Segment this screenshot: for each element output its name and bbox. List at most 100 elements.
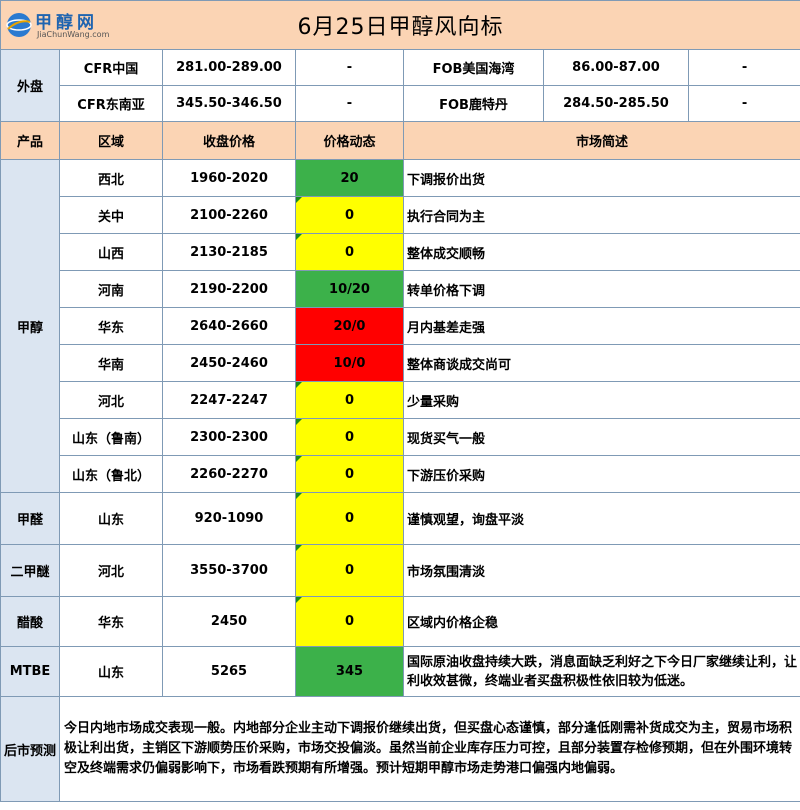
price-cell: 2260-2270 [162, 455, 296, 493]
report-table: 甲醇网 JiaChunWang.com 6月25日甲醇风向标 外盘 CFR中国 … [0, 0, 800, 802]
product-methanol: 甲醇 [0, 159, 60, 493]
change-cell: 10/0 [295, 344, 404, 382]
logo-url: JiaChunWang.com [37, 30, 110, 39]
region-cell: 山东 [59, 492, 163, 545]
table-row: 山东（鲁南） 2300-2300 0 现货买气一般 [1, 418, 800, 456]
table-row: MTBE 山东 5265 345 国际原油收盘持续大跌，消息面缺乏利好之下今日厂… [0, 646, 800, 697]
foreign-left-price: 345.50-346.50 [162, 85, 296, 122]
foreign-right-price: 284.50-285.50 [543, 85, 689, 122]
foreign-row: 外盘 CFR中国 281.00-289.00 - FOB美国海湾 86.00-8… [0, 49, 800, 122]
table-row: 河北 2247-2247 0 少量采购 [1, 381, 800, 419]
summary-cell: 整体商谈成交尚可 [402, 344, 800, 382]
title-row: 甲醇网 JiaChunWang.com 6月25日甲醇风向标 [0, 0, 800, 50]
header-product: 产品 [0, 121, 60, 160]
summary-cell: 少量采购 [402, 381, 800, 419]
change-cell: 0 [295, 418, 404, 456]
region-cell: 山东（鲁南） [59, 418, 163, 456]
region-cell: 河南 [59, 270, 163, 308]
price-cell: 2130-2185 [162, 233, 296, 271]
change-cell: 0 [295, 544, 404, 597]
summary-cell: 转单价格下调 [402, 270, 800, 308]
product-cell: 醋酸 [0, 596, 60, 647]
change-cell: 0 [295, 596, 404, 647]
change-cell: 10/20 [295, 270, 404, 308]
logo: 甲醇网 JiaChunWang.com [5, 5, 123, 45]
page-title: 6月25日甲醇风向标 [297, 15, 504, 40]
foreign-right-name: FOB鹿特丹 [403, 85, 544, 122]
header-price: 收盘价格 [162, 121, 296, 160]
price-cell: 1960-2020 [162, 159, 296, 197]
region-cell: 西北 [59, 159, 163, 197]
table-row: 甲醇 西北 1960-2020 20 下调报价出货 [0, 159, 800, 493]
table-row: 二甲醚 河北 3550-3700 0 市场氛围清淡 [0, 544, 800, 597]
table-row: 河南 2190-2200 10/20 转单价格下调 [1, 270, 800, 308]
foreign-right-price: 86.00-87.00 [543, 49, 689, 86]
price-cell: 5265 [162, 646, 296, 697]
summary-cell: 现货买气一般 [402, 418, 800, 456]
change-cell: 20 [295, 159, 404, 197]
change-cell: 0 [295, 233, 404, 271]
foreign-left-change: - [295, 49, 404, 86]
foreign-left-price: 281.00-289.00 [162, 49, 296, 86]
title-cell: 甲醇网 JiaChunWang.com 6月25日甲醇风向标 [0, 0, 800, 50]
header-region: 区域 [59, 121, 163, 160]
summary-cell: 整体成交顺畅 [402, 233, 800, 271]
region-cell: 山东 [59, 646, 163, 697]
foreign-left-change: - [295, 85, 404, 122]
change-cell: 0 [295, 455, 404, 493]
summary-cell: 下游压价采购 [402, 455, 800, 493]
region-cell: 华东 [59, 596, 163, 647]
region-cell: 华东 [59, 307, 163, 345]
summary-cell: 国际原油收盘持续大跌，消息面缺乏利好之下今日厂家继续让利，让利收效甚微，终端业者… [402, 646, 800, 697]
region-cell: 山东（鲁北） [59, 455, 163, 493]
table-row: 华东 2640-2660 20/0 月内基差走强 [1, 307, 800, 345]
forecast-label: 后市预测 [0, 696, 60, 802]
region-cell: 河北 [59, 544, 163, 597]
product-cell: 二甲醚 [0, 544, 60, 597]
region-cell: 河北 [59, 381, 163, 419]
price-cell: 2640-2660 [162, 307, 296, 345]
price-cell: 2450 [162, 596, 296, 647]
forecast-row: 后市预测 今日内地市场成交表现一般。内地部分企业主动下调报价继续出货，但买盘心态… [0, 696, 800, 802]
foreign-left-name: CFR中国 [59, 49, 163, 86]
summary-cell: 下调报价出货 [402, 159, 800, 197]
change-cell: 0 [295, 492, 404, 545]
product-cell: MTBE [0, 646, 60, 697]
change-cell: 345 [295, 646, 404, 697]
foreign-right-name: FOB美国海湾 [403, 49, 544, 86]
header-change: 价格动态 [295, 121, 404, 160]
region-cell: 华南 [59, 344, 163, 382]
foreign-right-change: - [687, 85, 800, 122]
change-cell: 20/0 [295, 307, 404, 345]
summary-cell: 执行合同为主 [402, 196, 800, 234]
table-row: 醋酸 华东 2450 0 区域内价格企稳 [0, 596, 800, 647]
foreign-row: CFR东南亚 345.50-346.50 - FOB鹿特丹 284.50-285… [1, 85, 800, 122]
price-cell: 2300-2300 [162, 418, 296, 456]
foreign-right-change: - [687, 49, 800, 86]
table-row: 甲醛 山东 920-1090 0 谨慎观望，询盘平淡 [0, 492, 800, 545]
price-cell: 2100-2260 [162, 196, 296, 234]
header-summary: 市场简述 [402, 121, 800, 160]
foreign-left-name: CFR东南亚 [59, 85, 163, 122]
region-cell: 山西 [59, 233, 163, 271]
change-cell: 0 [295, 381, 404, 419]
region-cell: 关中 [59, 196, 163, 234]
table-row: 山东（鲁北） 2260-2270 0 下游压价采购 [1, 455, 800, 493]
header-row: 产品 区域 收盘价格 价格动态 市场简述 [0, 121, 800, 160]
price-cell: 2247-2247 [162, 381, 296, 419]
price-cell: 920-1090 [162, 492, 296, 545]
table-row: 华南 2450-2460 10/0 整体商谈成交尚可 [1, 344, 800, 382]
summary-cell: 市场氛围清淡 [402, 544, 800, 597]
forecast-text: 今日内地市场成交表现一般。内地部分企业主动下调报价继续出货，但买盘心态谨慎，部分… [58, 696, 800, 802]
table-row: 关中 2100-2260 0 执行合同为主 [1, 196, 800, 234]
change-cell: 0 [295, 196, 404, 234]
summary-cell: 区域内价格企稳 [402, 596, 800, 647]
price-cell: 3550-3700 [162, 544, 296, 597]
table-row: 山西 2130-2185 0 整体成交顺畅 [1, 233, 800, 271]
price-cell: 2190-2200 [162, 270, 296, 308]
summary-cell: 月内基差走强 [402, 307, 800, 345]
foreign-label: 外盘 [0, 49, 60, 122]
product-cell: 甲醛 [0, 492, 60, 545]
methanol-report-sheet: 甲醇网 JiaChunWang.com 6月25日甲醇风向标 外盘 CFR中国 … [0, 0, 800, 810]
price-cell: 2450-2460 [162, 344, 296, 382]
